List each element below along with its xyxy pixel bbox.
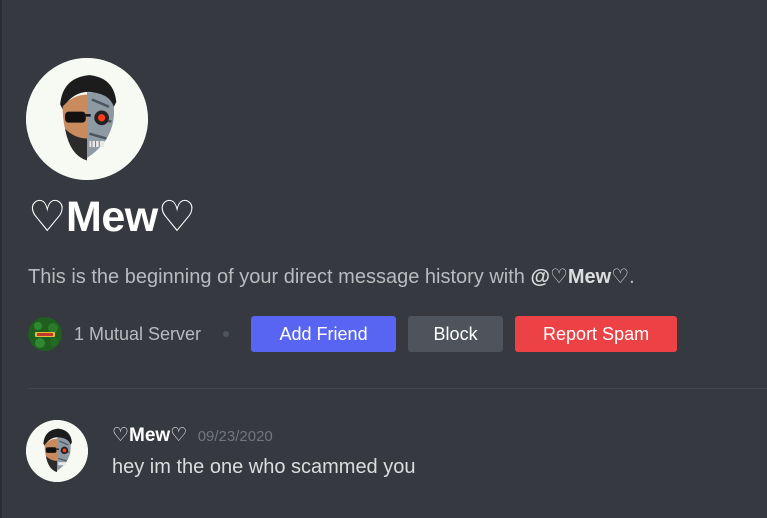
profile-username: ♡Mew♡ — [28, 193, 196, 241]
profile-avatar[interactable] — [26, 58, 148, 180]
divider — [28, 388, 767, 389]
message-text: hey im the one who scammed you — [112, 456, 416, 478]
message-header: ♡Mew♡ 09/23/2020 — [112, 424, 273, 447]
history-prefix: This is the beginning of your direct mes… — [28, 266, 531, 288]
server-icon[interactable] — [28, 317, 62, 351]
add-friend-button[interactable]: Add Friend — [251, 316, 397, 352]
channel-border — [0, 0, 2, 518]
message-avatar[interactable] — [26, 420, 88, 482]
report-spam-button[interactable]: Report Spam — [515, 316, 678, 352]
avatar-icon — [26, 58, 148, 180]
block-button[interactable]: Block — [408, 316, 504, 352]
message-timestamp: 09/23/2020 — [197, 428, 273, 445]
user-mention[interactable]: @♡Mew♡ — [530, 266, 629, 288]
separator-dot — [223, 331, 230, 337]
message-item: ♡Mew♡ 09/23/2020 hey im the one who scam… — [26, 420, 726, 484]
history-intro: This is the beginning of your direct mes… — [28, 264, 635, 289]
mutual-servers-link[interactable]: 1 Mutual Server — [74, 324, 201, 345]
message-author[interactable]: ♡Mew♡ — [112, 425, 187, 446]
avatar-icon — [26, 420, 88, 482]
dm-channel-view: ♡Mew♡ This is the beginning of your dire… — [0, 0, 767, 518]
profile-actions: 1 Mutual Server Add Friend Block Report … — [28, 316, 678, 352]
history-suffix: . — [629, 266, 635, 288]
